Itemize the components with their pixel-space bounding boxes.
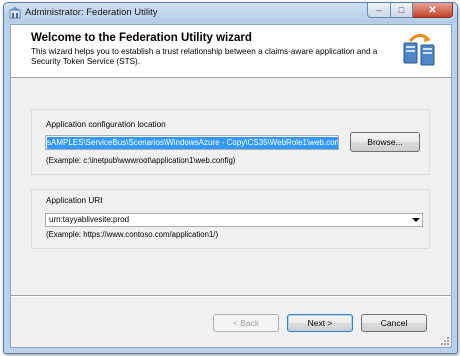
wizard-header: Welcome to the Federation Utility wizard…	[11, 25, 451, 78]
app-icon	[9, 7, 21, 19]
resize-grip-icon[interactable]	[440, 336, 450, 346]
app-uri-label: Application URI	[46, 196, 103, 205]
title-bar[interactable]: Administrator: Federation Utility – □ ✕	[4, 3, 457, 23]
wizard-window: Administrator: Federation Utility – □ ✕ …	[3, 2, 458, 354]
maximize-icon: □	[398, 5, 405, 15]
next-button[interactable]: Next >	[287, 314, 353, 332]
chevron-down-icon[interactable]	[412, 217, 420, 223]
browse-button[interactable]: Browse...	[350, 132, 420, 152]
uri-example-text: (Example: https://www.contoso.com/applic…	[46, 230, 219, 239]
cancel-button-label: Cancel	[380, 318, 408, 328]
caption-buttons: – □ ✕	[367, 3, 453, 18]
window-title: Administrator: Federation Utility	[25, 7, 158, 18]
wizard-description: This wizard helps you to establish a tru…	[31, 47, 378, 66]
wizard-client-area: Welcome to the Federation Utility wizard…	[10, 24, 452, 348]
app-uri-value: urn:tayyablivesite:prod	[49, 215, 130, 224]
close-icon: ✕	[428, 4, 437, 16]
close-button[interactable]: ✕	[413, 3, 453, 18]
footer-separator	[11, 295, 451, 297]
minimize-button[interactable]: –	[367, 3, 391, 18]
browse-button-label: Browse...	[367, 137, 403, 147]
minimize-icon: –	[376, 5, 382, 15]
app-config-label: Application configuration location	[46, 120, 166, 129]
config-path-value: sAMPLES\ServiceBus\Scenarios\WindowsAzur…	[47, 136, 338, 149]
federation-icon	[403, 34, 435, 66]
config-path-input[interactable]: sAMPLES\ServiceBus\Scenarios\WindowsAzur…	[45, 135, 339, 150]
back-button[interactable]: < Back	[213, 314, 279, 332]
app-config-group: Application configuration location sAMPL…	[31, 109, 430, 175]
maximize-button[interactable]: □	[391, 3, 413, 18]
app-uri-group: Application URI urn:tayyablivesite:prod …	[31, 189, 430, 249]
config-example-text: (Example: c:\inetpub\wwwroot\application…	[46, 156, 236, 165]
wizard-title: Welcome to the Federation Utility wizard	[31, 32, 252, 44]
app-uri-combobox[interactable]: urn:tayyablivesite:prod	[45, 213, 423, 227]
next-button-label: Next >	[307, 318, 333, 328]
back-button-label: < Back	[232, 318, 260, 328]
cancel-button[interactable]: Cancel	[361, 314, 427, 332]
